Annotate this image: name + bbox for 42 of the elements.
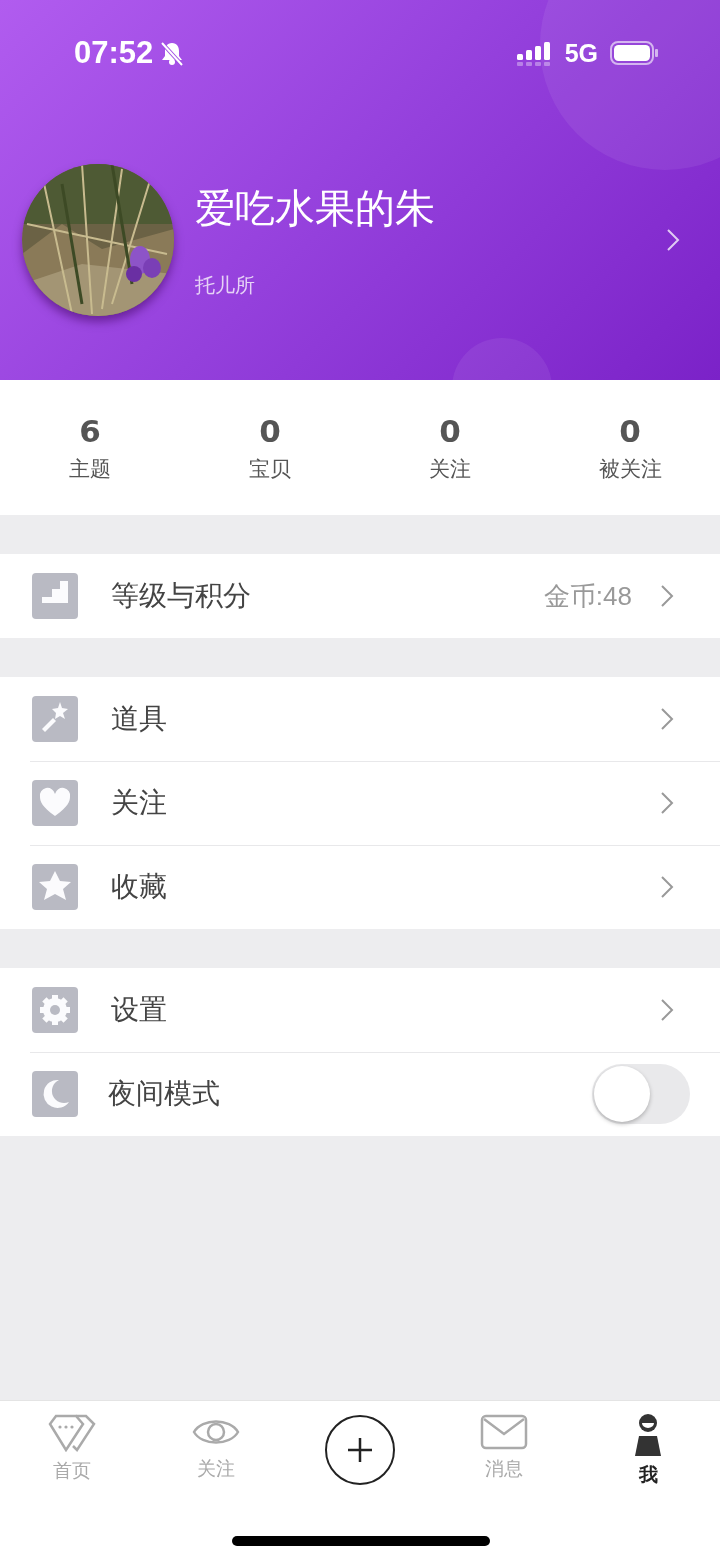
coin-balance: 金币:48 [543,579,632,613]
diamond-icon [48,1414,96,1452]
bell-muted-icon [159,40,186,66]
stat-count[interactable]: 0 [439,412,461,449]
signal-icon [516,40,553,66]
stairs-icon [32,573,78,619]
night-mode-toggle[interactable] [592,1064,690,1124]
menu-label[interactable]: 夜间模式 [108,1075,592,1113]
stat-label[interactable]: 宝贝 [249,454,291,483]
menu-label[interactable]: 收藏 [111,868,660,906]
stat-label[interactable]: 被关注 [598,454,662,483]
chevron-right-icon [660,707,674,731]
gear-icon [32,987,78,1033]
status-time: 07:52 [74,35,154,71]
menu-label[interactable]: 道具 [111,700,660,738]
stat-label[interactable]: 主题 [69,454,111,483]
menu-label[interactable]: 等级与积分 [111,577,544,615]
magic-wand-icon [32,696,78,742]
tab-label: 关注 [197,1456,235,1481]
chevron-right-icon [660,998,674,1022]
plus-icon [345,1435,375,1465]
battery-icon [610,41,658,65]
menu-label[interactable]: 关注 [111,784,660,822]
chevron-right-icon [666,228,680,252]
stat-count[interactable]: 6 [79,412,101,449]
tab-label: 首页 [53,1458,91,1483]
stat-count[interactable]: 0 [259,412,281,449]
chevron-right-icon [660,875,674,899]
tab-label: 消息 [485,1456,523,1481]
envelope-icon [480,1414,528,1450]
stat-count[interactable]: 0 [619,412,641,449]
chevron-right-icon [660,584,674,608]
network-label: 5G [564,38,598,68]
stat-label[interactable]: 关注 [429,454,471,483]
tab-label: 我 [638,1462,658,1487]
chevron-right-icon [660,791,674,815]
moon-icon [32,1071,78,1117]
person-icon [633,1414,663,1456]
user-name: 爱吃水果的朱 [195,184,435,233]
menu-label[interactable]: 设置 [111,991,660,1029]
user-level: 托儿所 [195,272,255,299]
tab[interactable]: 我 [576,1414,720,1488]
